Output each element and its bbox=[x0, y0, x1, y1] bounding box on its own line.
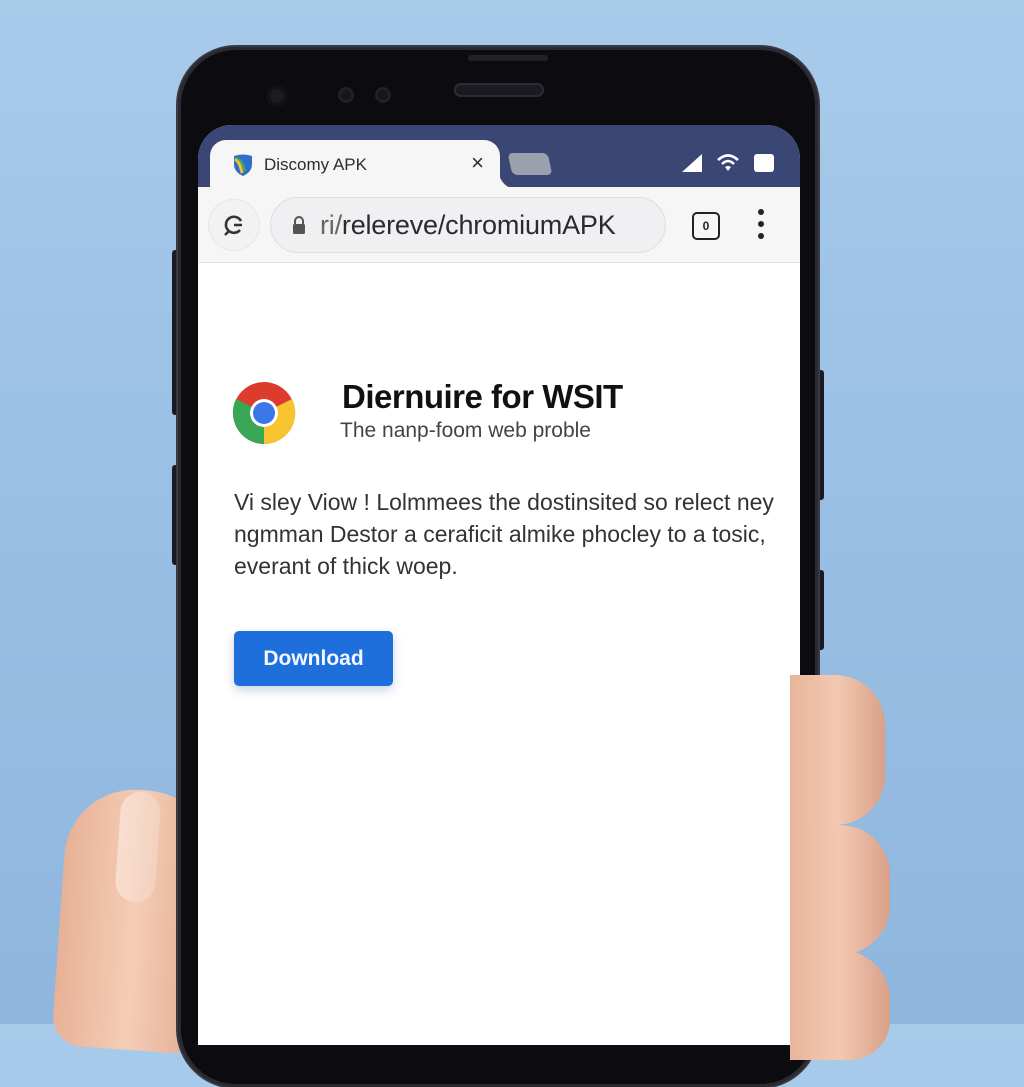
phone-screen: Discomy APK × ri/relereve/chromiumAPK 0 … bbox=[198, 125, 800, 1045]
download-button[interactable]: Download bbox=[234, 631, 393, 686]
sensor-icon bbox=[338, 87, 354, 103]
thumb-nail bbox=[114, 790, 162, 904]
app-subtitle: The nanp-foom web proble bbox=[340, 419, 591, 442]
app-title: Diernuire for WSIT bbox=[342, 378, 623, 415]
signal-icon bbox=[682, 154, 702, 172]
tab-title: Discomy APK bbox=[264, 155, 367, 174]
app-description: Vi sley Viow ! Lolmmees the dostinsited … bbox=[234, 489, 774, 579]
tab-switcher-button[interactable]: 0 bbox=[692, 212, 720, 240]
earpiece bbox=[454, 83, 544, 97]
url-path: relereve/chromiumAPK bbox=[341, 209, 616, 240]
sensor-icon bbox=[375, 87, 391, 103]
browser-tab[interactable]: Discomy APK × bbox=[210, 140, 518, 190]
chrome-logo-icon bbox=[232, 382, 296, 445]
power-button bbox=[817, 370, 824, 500]
url-prefix: ri/ bbox=[320, 209, 342, 240]
side-button bbox=[817, 570, 824, 650]
page-content: Diernuire for WSIT The nanp-foom web pro… bbox=[198, 263, 800, 1043]
browser-toolbar: ri/relereve/chromiumAPK 0 bbox=[198, 187, 800, 263]
tab-strip: Discomy APK × bbox=[198, 125, 800, 190]
lock-icon bbox=[293, 216, 305, 234]
more-vert-icon[interactable] bbox=[756, 209, 766, 239]
wifi-icon bbox=[717, 154, 739, 171]
close-tab-icon[interactable]: × bbox=[471, 150, 484, 176]
reload-button[interactable] bbox=[208, 199, 260, 251]
hand-finger bbox=[790, 675, 885, 825]
battery-icon bbox=[754, 154, 774, 172]
url-text[interactable]: ri/relereve/chromiumAPK bbox=[320, 210, 616, 241]
address-bar[interactable]: ri/relereve/chromiumAPK bbox=[270, 197, 666, 253]
top-speaker-grille bbox=[468, 55, 548, 61]
new-tab-button[interactable] bbox=[507, 153, 553, 175]
hand-finger bbox=[790, 950, 890, 1060]
front-camera-icon bbox=[266, 85, 288, 107]
hand-finger bbox=[790, 825, 890, 955]
reload-icon bbox=[224, 215, 243, 236]
shield-favicon-icon bbox=[234, 154, 252, 176]
status-bar bbox=[682, 153, 774, 173]
